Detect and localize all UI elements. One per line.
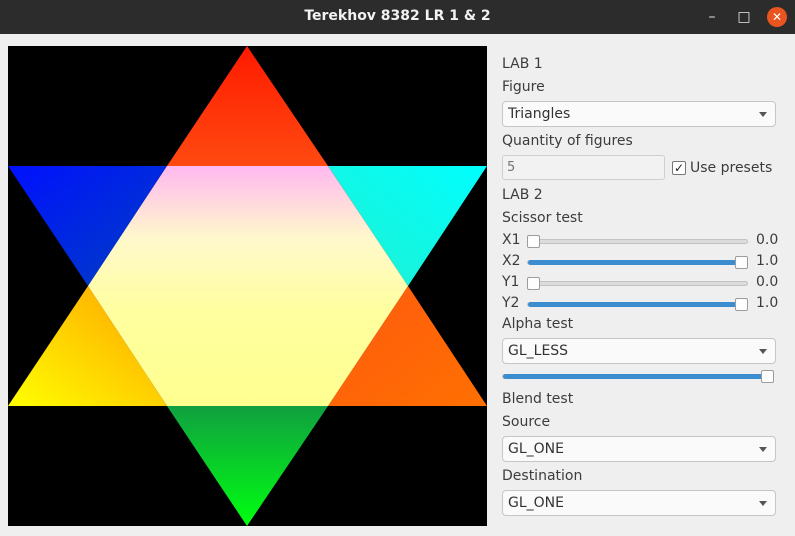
scissor-slider-handle[interactable] [527,277,540,290]
scissor-slider-2[interactable] [527,277,748,290]
slider-label-2: Y1 [502,274,520,290]
slider-label-0: X1 [502,232,521,248]
destination-select-value: GL_ONE [508,495,564,511]
source-label: Source [502,414,551,430]
figure-select-value: Triangles [508,106,571,122]
slider-label-1: X2 [502,253,521,269]
gl-canvas [8,46,487,526]
scissor-slider-fill [528,260,743,265]
maximize-icon[interactable]: □ [734,7,754,27]
use-presets-label: Use presets [690,160,773,176]
scissor-slider-handle[interactable] [735,298,748,311]
destination-label: Destination [502,468,583,484]
scissor-slider-handle[interactable] [527,235,540,248]
figure-select[interactable]: Triangles [502,101,776,127]
source-select[interactable]: GL_ONE [502,436,776,462]
alpha-ref-slider-fill [503,374,769,379]
scissor-slider-1[interactable] [527,256,748,269]
chevron-down-icon [759,349,767,354]
minimize-icon[interactable]: – [702,7,722,27]
slider-value-2: 0.0 [756,274,779,290]
alpha-ref-slider-handle[interactable] [761,370,774,383]
title-bar: Terekhov 8382 LR 1 & 2 – □ ✕ [0,0,795,34]
blend-test-label: Blend test [502,391,574,407]
scissor-slider-fill [528,302,743,307]
quantity-label: Quantity of figures [502,133,633,149]
quantity-input[interactable] [503,156,664,179]
chevron-down-icon [759,447,767,452]
slider-value-0: 0.0 [756,232,779,248]
alpha-func-select[interactable]: GL_LESS [502,338,776,364]
alpha-ref-slider[interactable] [502,370,774,383]
figure-label: Figure [502,79,545,95]
bottom-triangle [167,406,328,526]
slider-value-1: 1.0 [756,253,779,269]
alpha-test-label: Alpha test [502,316,574,332]
destination-select[interactable]: GL_ONE [502,490,776,516]
close-icon[interactable]: ✕ [767,7,787,27]
slider-value-3: 1.0 [756,295,779,311]
scissor-slider-3[interactable] [527,298,748,311]
scissor-slider-handle[interactable] [735,256,748,269]
slider-label-3: Y2 [502,295,520,311]
scissor-slider-0[interactable] [527,235,748,248]
top-triangle [167,46,328,166]
chevron-down-icon [759,501,767,506]
hexagram-render [8,46,487,526]
lab1-heading: LAB 1 [502,56,543,72]
scissor-test-label: Scissor test [502,210,583,226]
window-title: Terekhov 8382 LR 1 & 2 [304,8,491,24]
use-presets-checkbox[interactable]: ✓ [672,161,686,175]
alpha-func-value: GL_LESS [508,343,569,359]
source-select-value: GL_ONE [508,441,564,457]
chevron-down-icon [759,112,767,117]
quantity-field[interactable] [502,155,665,180]
lab2-heading: LAB 2 [502,187,543,203]
